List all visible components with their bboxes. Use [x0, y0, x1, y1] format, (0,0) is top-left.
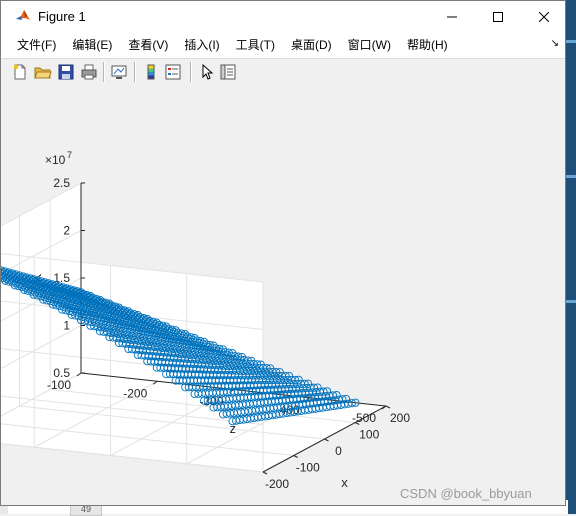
x-tick-label: 200 — [390, 411, 410, 425]
toolbar-separator — [103, 62, 105, 82]
insert-legend-icon[interactable] — [164, 63, 182, 81]
new-figure-icon[interactable] — [11, 63, 29, 81]
menu-help[interactable]: 帮助(H) — [399, 34, 456, 56]
watermark-text: CSDN @book_bbyuan — [400, 486, 532, 501]
z-tick-label: 1 — [63, 319, 70, 333]
x-tick-mark — [294, 456, 298, 458]
y-tick-label: -500 — [352, 411, 376, 425]
close-icon — [539, 12, 549, 22]
insert-colorbar-icon[interactable] — [142, 63, 160, 81]
x-tick-label: -100 — [296, 461, 320, 475]
z-scale-factor-label: ×10 — [45, 153, 66, 167]
y-tick-label: -200 — [123, 386, 147, 400]
menu-desktop[interactable]: 桌面(D) — [283, 34, 340, 56]
figure-canvas[interactable]: -200-1000100200-100-200-300-400-5000.511… — [1, 85, 565, 505]
desktop-background-right — [566, 0, 576, 514]
x-tick-label: 100 — [359, 428, 379, 442]
maximize-icon — [493, 12, 503, 22]
minimize-button[interactable] — [429, 1, 475, 32]
toolbar-separator — [134, 62, 136, 82]
property-inspector-icon[interactable] — [219, 63, 237, 81]
x-axis-label: x — [341, 475, 348, 490]
scatter3d-plot[interactable]: -200-1000100200-100-200-300-400-5000.511… — [1, 85, 565, 505]
x-tick-label: -200 — [265, 477, 289, 491]
x-tick-label: 0 — [335, 444, 342, 458]
menu-bar: 文件(F) 编辑(E) 查看(V) 插入(I) 工具(T) 桌面(D) 窗口(W… — [1, 32, 565, 58]
menu-edit[interactable]: 编辑(E) — [64, 34, 120, 56]
menu-window[interactable]: 窗口(W) — [340, 34, 399, 56]
save-icon[interactable] — [57, 63, 75, 81]
z-tick-label: 2 — [63, 224, 70, 238]
minimize-icon — [447, 12, 457, 22]
link-plot-icon[interactable] — [110, 63, 128, 81]
print-icon[interactable] — [80, 63, 98, 81]
open-file-icon[interactable] — [34, 63, 52, 81]
matlab-logo-icon — [15, 8, 31, 24]
menu-file[interactable]: 文件(F) — [1, 34, 64, 56]
z-tick-label: 0.5 — [53, 366, 70, 380]
menu-tools[interactable]: 工具(T) — [228, 34, 283, 56]
x-tick-mark — [263, 472, 267, 474]
window-title: Figure 1 — [38, 9, 86, 24]
x-tick-mark — [325, 439, 329, 441]
menu-view[interactable]: 查看(V) — [120, 34, 176, 56]
x-tick-mark — [386, 406, 390, 408]
figure-toolbar — [1, 58, 565, 86]
edit-plot-arrow-icon[interactable] — [198, 63, 216, 81]
toolbar-separator — [190, 62, 192, 82]
title-bar[interactable]: Figure 1 — [1, 1, 565, 32]
close-button[interactable] — [521, 1, 567, 32]
figure-window: Figure 1 文件(F) 编辑(E) 查看(V) 插入(I) 工具(T) 桌… — [0, 0, 566, 506]
maximize-button[interactable] — [475, 1, 521, 32]
y-tick-label: -100 — [47, 378, 71, 392]
dock-figure-button[interactable]: ↘ — [551, 38, 559, 49]
z-scale-exponent-label: 7 — [67, 150, 72, 160]
menu-insert[interactable]: 插入(I) — [176, 34, 227, 56]
z-tick-label: 2.5 — [53, 176, 70, 190]
